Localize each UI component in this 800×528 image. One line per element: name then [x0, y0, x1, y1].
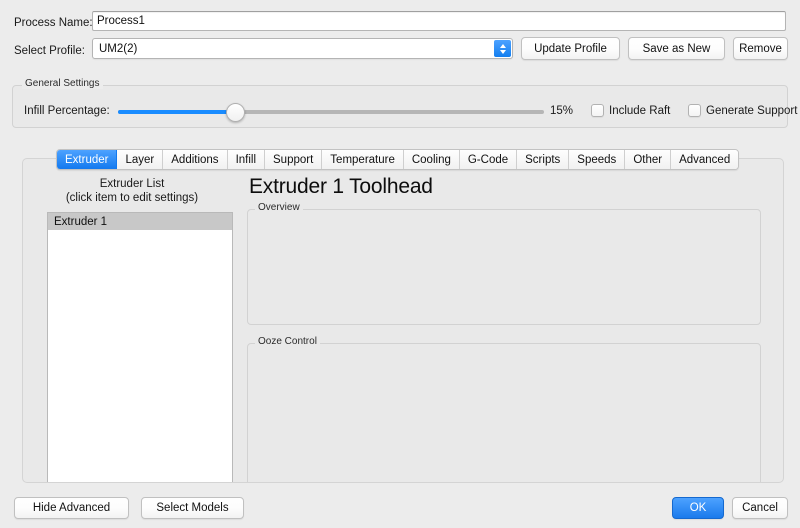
ok-button[interactable]: OK: [672, 497, 724, 519]
page-title: Extruder 1 Toolhead: [249, 175, 433, 198]
infill-percentage-slider[interactable]: [118, 103, 544, 122]
generate-support-label: Generate Support: [706, 104, 798, 117]
tab-g-code[interactable]: G-Code: [459, 150, 518, 169]
select-profile-label: Select Profile:: [14, 45, 85, 57]
select-profile-dropdown[interactable]: UM2(2): [92, 38, 513, 59]
update-profile-button[interactable]: Update Profile: [521, 37, 620, 60]
generate-support-checkbox-row[interactable]: Generate Support: [688, 104, 797, 117]
infill-percentage-value: 15%: [550, 105, 574, 117]
select-profile-value: UM2(2): [99, 42, 138, 55]
list-item[interactable]: Extruder 1: [48, 213, 232, 230]
cancel-button[interactable]: Cancel: [732, 497, 788, 519]
include-raft-label: Include Raft: [609, 104, 671, 117]
tab-advanced[interactable]: Advanced: [671, 150, 739, 169]
save-as-new-button[interactable]: Save as New: [628, 37, 725, 60]
extruder-list-title-line2: (click item to edit settings): [65, 192, 199, 204]
hide-advanced-button[interactable]: Hide Advanced: [14, 497, 129, 519]
remove-button[interactable]: Remove: [733, 37, 788, 60]
tab-additions[interactable]: Additions: [163, 150, 228, 169]
generate-support-checkbox[interactable]: [688, 104, 701, 117]
include-raft-checkbox-row[interactable]: Include Raft: [591, 104, 670, 117]
settings-panel: Extruder List (click item to edit settin…: [22, 158, 784, 483]
slider-fill: [118, 110, 234, 114]
process-name-input[interactable]: Process1: [92, 11, 786, 31]
tab-scripts[interactable]: Scripts: [517, 150, 570, 169]
tab-infill[interactable]: Infill: [227, 150, 266, 169]
tab-extruder[interactable]: Extruder: [57, 150, 118, 169]
ooze-control-group: [247, 343, 761, 482]
select-models-button[interactable]: Select Models: [141, 497, 244, 519]
tab-layer[interactable]: Layer: [117, 150, 164, 169]
tab-speeds[interactable]: Speeds: [569, 150, 626, 169]
general-settings-caption: General Settings: [22, 78, 103, 89]
overview-group: [247, 209, 761, 325]
tab-cooling[interactable]: Cooling: [403, 150, 460, 169]
tab-other[interactable]: Other: [625, 150, 672, 169]
extruder-list-title: Extruder List (click item to edit settin…: [23, 177, 241, 205]
tab-temperature[interactable]: Temperature: [322, 150, 404, 169]
ooze-control-caption: Ooze Control: [255, 336, 320, 347]
slider-thumb[interactable]: [226, 103, 245, 122]
extruder-list-title-line1: Extruder List: [99, 178, 165, 190]
tab-support[interactable]: Support: [265, 150, 323, 169]
extruder-listbox[interactable]: Extruder 1: [47, 212, 233, 482]
settings-tabbar[interactable]: Extruder Layer Additions Infill Support Tempe…: [56, 149, 740, 170]
overview-caption: Overview: [255, 202, 303, 213]
general-settings-group: [12, 85, 788, 128]
chevron-updown-icon: [494, 40, 511, 57]
include-raft-checkbox[interactable]: [591, 104, 604, 117]
process-name-label: Process Name:: [14, 17, 93, 29]
infill-percentage-label: Infill Percentage:: [24, 105, 110, 117]
